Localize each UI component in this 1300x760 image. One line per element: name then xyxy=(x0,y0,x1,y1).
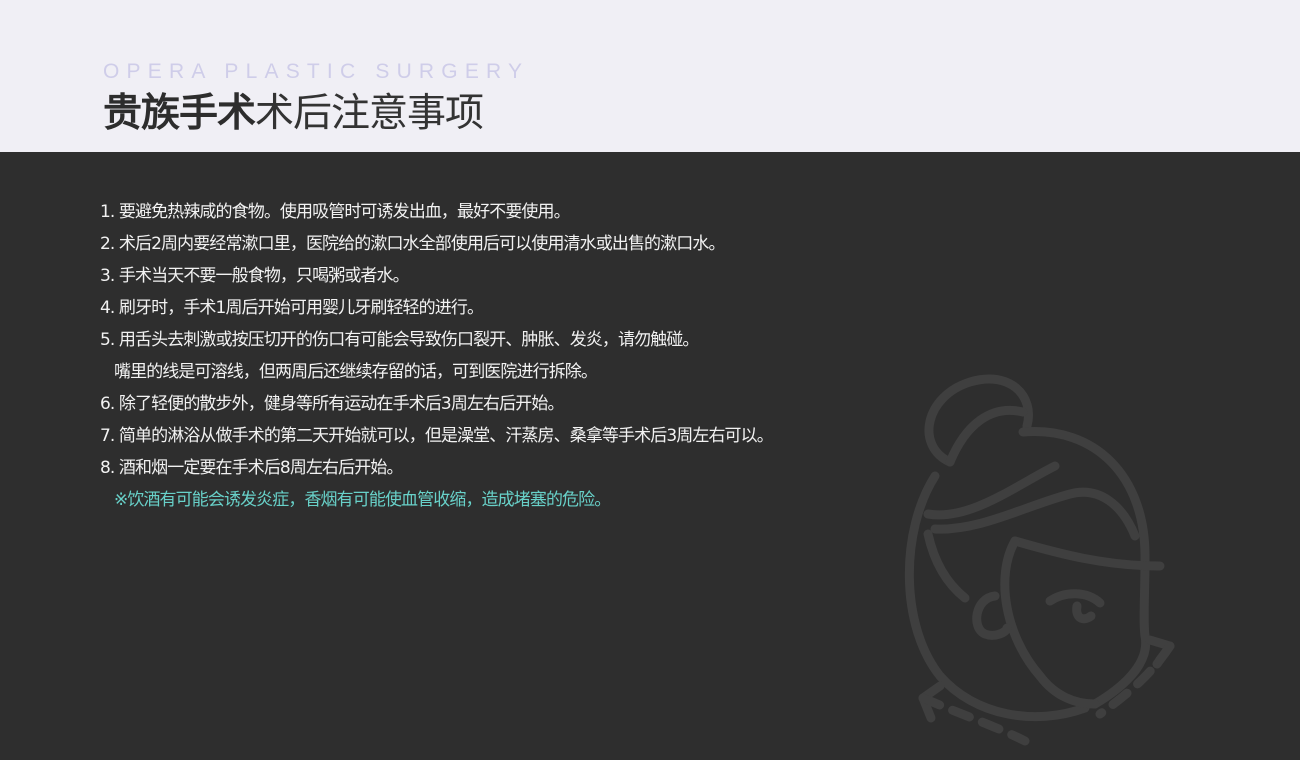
page-header: OPERA PLASTIC SURGERY 贵族手术术后注意事项 xyxy=(0,0,1300,152)
note-item-1: 1. 要避免热辣咸的食物。使用吸管时可诱发出血，最好不要使用。 xyxy=(100,202,571,222)
warning-note: ※饮酒有可能会诱发炎症，香烟有可能使血管收缩，造成堵塞的危险。 xyxy=(114,490,611,510)
note-item-6: 6. 除了轻便的散步外，健身等所有运动在手术后3周左右后开始。 xyxy=(100,394,564,414)
note-item-8: 8. 酒和烟一定要在手术后8周左右后开始。 xyxy=(100,458,403,478)
note-item-2: 2. 术后2周内要经常漱口里，医院给的漱口水全部使用后可以使用清水或出售的漱口水… xyxy=(100,234,725,254)
page-title-bold: 贵族手术 xyxy=(103,91,256,136)
note-item-5-continued: 嘴里的线是可溶线，但两周后还继续存留的话，可到医院进行拆除。 xyxy=(114,362,598,382)
post-surgery-notes-list: 1. 要避免热辣咸的食物。使用吸管时可诱发出血，最好不要使用。 2. 术后2周内… xyxy=(100,196,774,516)
note-item-4: 4. 刷牙时，手术1周后开始可用婴儿牙刷轻轻的进行。 xyxy=(100,298,484,318)
page-title-light: 术后注意事项 xyxy=(255,91,484,136)
page-title: 贵族手术术后注意事项 xyxy=(103,88,484,140)
brand-name-english: OPERA PLASTIC SURGERY xyxy=(103,60,530,83)
note-item-7: 7. 简单的淋浴从做手术的第二天开始就可以，但是澡堂、汗蒸房、桑拿等手术后3周左… xyxy=(100,426,774,446)
note-item-3: 3. 手术当天不要一般食物，只喝粥或者水。 xyxy=(100,266,410,286)
notes-section: 1. 要避免热辣咸的食物。使用吸管时可诱发出血，最好不要使用。 2. 术后2周内… xyxy=(0,152,1300,760)
woman-face-line-icon xyxy=(904,374,1175,746)
note-item-5: 5. 用舌头去刺激或按压切开的伤口有可能会导致伤口裂开、肿胀、发炎，请勿触碰。 xyxy=(100,330,699,350)
